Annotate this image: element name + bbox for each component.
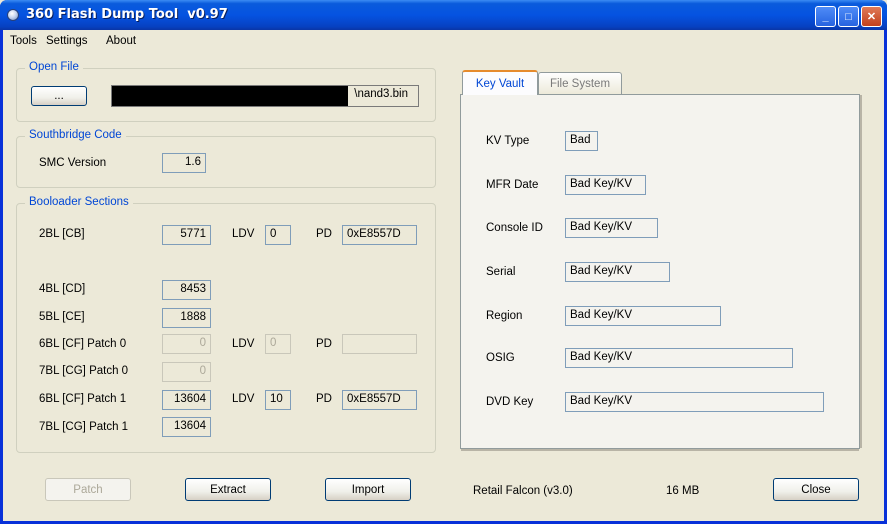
region-field: Bad Key/KV [565,306,721,326]
maximize-button[interactable]: □ [838,6,859,27]
redacted-path [112,86,348,106]
smc-version-field: 1.6 [162,153,206,173]
menu-tools[interactable]: Tools [10,35,37,47]
file-path-suffix: \nand3.bin [354,88,408,100]
bl-row-label: 6BL [CF] Patch 1 [39,393,127,405]
import-button[interactable]: Import [325,478,411,501]
flash-size-label: 16 MB [666,485,700,497]
tab-key-vault[interactable]: Key Vault [462,70,538,95]
maximize-icon: □ [845,10,852,23]
ldv-label: LDV [232,228,255,240]
bl-row-label: 7BL [CG] Patch 1 [39,421,129,433]
patch-button[interactable]: Patch [45,478,131,501]
close-window-button[interactable]: ✕ [861,6,882,27]
bl-row-label: 4BL [CD] [39,283,86,295]
ldv-field: 0 [265,334,291,354]
bl-row-value: 0 [162,334,211,354]
open-file-legend: Open File [25,61,83,73]
bl-row-value: 1888 [162,308,211,328]
app-window: 360 Flash Dump Tool v0.97 _ □ ✕ Tools Se… [0,0,887,524]
osig-label: OSIG [486,352,515,364]
console-id-field: Bad Key/KV [565,218,658,238]
bl-row-label: 7BL [CG] Patch 0 [39,365,129,377]
title-bar[interactable]: 360 Flash Dump Tool v0.97 _ □ ✕ [0,0,887,30]
ldv-field: 0 [265,225,291,245]
southbridge-legend: Southbridge Code [25,129,126,141]
ldv-field: 10 [265,390,291,410]
bl-row-value: 0 [162,362,211,382]
pd-field [342,334,417,354]
pd-field: 0xE8557D [342,225,417,245]
dvd-key-field: Bad Key/KV [565,392,824,412]
extract-button[interactable]: Extract [185,478,271,501]
minimize-icon: _ [822,10,829,23]
menu-settings[interactable]: Settings [46,35,88,47]
serial-label: Serial [486,266,516,278]
bl-row-value: 13604 [162,390,211,410]
console-type-label: Retail Falcon (v3.0) [473,485,573,497]
bl-row-value: 13604 [162,417,211,437]
menu-about[interactable]: About [106,35,136,47]
ldv-label: LDV [232,393,255,405]
osig-field: Bad Key/KV [565,348,793,368]
pd-field: 0xE8557D [342,390,417,410]
serial-field: Bad Key/KV [565,262,670,282]
bl-row-value: 8453 [162,280,211,300]
close-icon: ✕ [866,11,877,23]
window-title: 360 Flash Dump Tool v0.97 [26,7,228,22]
dvd-key-label: DVD Key [486,396,534,408]
bl-row-label: 2BL [CB] [39,228,85,240]
mfr-date-field: Bad Key/KV [565,175,646,195]
region-label: Region [486,310,523,322]
menu-bar: Tools Settings About [3,30,884,52]
console-id-label: Console ID [486,222,543,234]
bootloader-legend: Booloader Sections [25,196,133,208]
kv-type-field: Bad [565,131,598,151]
pd-label: PD [316,338,332,350]
kv-type-label: KV Type [486,135,530,147]
ldv-label: LDV [232,338,255,350]
bl-row-value: 5771 [162,225,211,245]
pd-label: PD [316,393,332,405]
mfr-date-label: MFR Date [486,179,539,191]
minimize-button[interactable]: _ [815,6,836,27]
bl-row-label: 6BL [CF] Patch 0 [39,338,127,350]
app-icon [7,9,19,21]
tab-file-system[interactable]: File System [538,72,622,95]
browse-button[interactable]: ... [31,86,87,106]
close-button[interactable]: Close [773,478,859,501]
pd-label: PD [316,228,332,240]
bl-row-label: 5BL [CE] [39,311,85,323]
smc-version-label: SMC Version [39,157,107,169]
